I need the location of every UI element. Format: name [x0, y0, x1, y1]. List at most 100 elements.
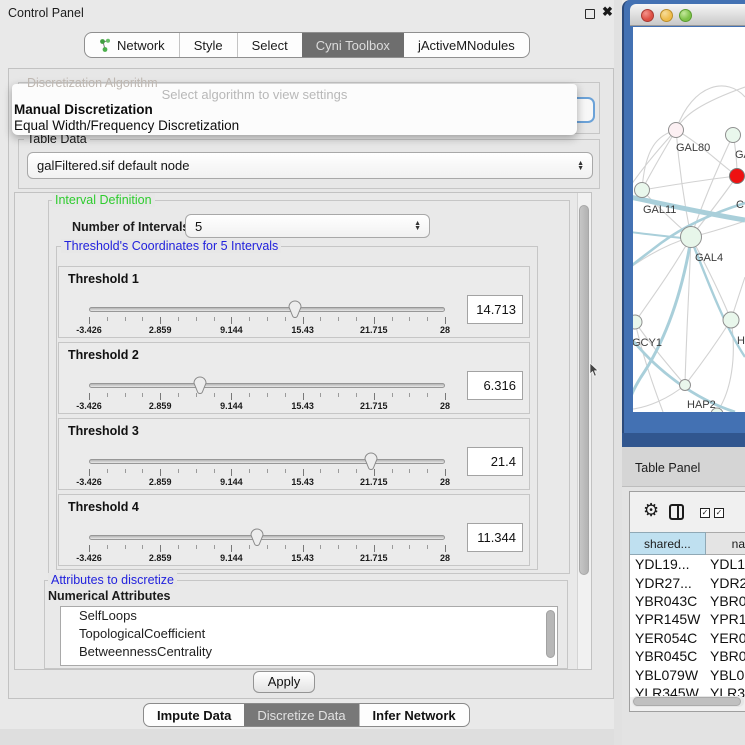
network-window-titlebar[interactable] [630, 4, 745, 26]
threshold-slider-thumb[interactable] [192, 375, 208, 400]
tab-label: Cyni Toolbox [316, 38, 390, 53]
slider-scale-label: 2.859 [136, 401, 184, 411]
threshold-label: Threshold 4 [68, 500, 139, 514]
cell-shared-name[interactable]: YBR045C [630, 648, 706, 664]
node-gcy1[interactable] [633, 315, 642, 329]
column-header-shared[interactable]: shared... [630, 532, 706, 555]
label-gal80: GAL80 [676, 142, 710, 154]
number-of-intervals-combo[interactable]: 5 ▲▼ [185, 214, 430, 238]
label-gal4: GAL4 [695, 252, 723, 264]
slider-scale-label: 15.43 [279, 325, 327, 335]
apply-button[interactable]: Apply [253, 671, 315, 693]
tab-style[interactable]: Style [179, 33, 237, 57]
float-window-icon[interactable] [585, 9, 595, 19]
threshold-slider-track[interactable] [89, 307, 445, 312]
attribute-item-selfloops[interactable]: SelfLoops [61, 607, 557, 625]
cell-name[interactable]: YDR2 [706, 575, 745, 591]
table-row[interactable]: YBR045CYBR0 [630, 647, 745, 665]
network-view-canvas[interactable]: GAL80 GA C GAL11 GAL4 GCY1 H HAP2 [633, 27, 745, 412]
vertical-scrollbar-thumb[interactable] [579, 205, 589, 575]
numerical-attributes-list[interactable]: SelfLoopsTopologicalCoefficientBetweenne… [60, 606, 558, 666]
cell-name[interactable]: YER0 [706, 630, 745, 646]
table-row[interactable]: YER054CYER0 [630, 629, 745, 647]
threshold-value-field[interactable]: 11.344 [467, 523, 523, 552]
table-row[interactable]: YLR345WYLR3 [630, 684, 745, 697]
horizontal-scrollbar-thumb[interactable] [633, 697, 741, 706]
close-traffic-light[interactable] [641, 9, 654, 22]
slider-tick [249, 469, 250, 473]
slider-tick [392, 393, 393, 397]
cell-shared-name[interactable]: YBR043C [630, 593, 706, 609]
tab-select[interactable]: Select [237, 33, 302, 57]
cell-name[interactable]: YPR1 [706, 611, 745, 627]
slider-tick [89, 393, 90, 400]
threshold-label: Threshold 2 [68, 348, 139, 362]
slider-tick [231, 393, 232, 400]
table-row[interactable]: YDR27...YDR2 [630, 573, 745, 591]
threshold-value-field[interactable]: 21.4 [467, 447, 523, 476]
slider-tick [392, 469, 393, 473]
bottom-tab-infer-network[interactable]: Infer Network [359, 704, 469, 726]
attribute-item-topologicalcoefficient[interactable]: TopologicalCoefficient [61, 625, 557, 643]
node-red[interactable] [730, 169, 745, 184]
panel-divider [614, 0, 622, 745]
threshold-slider-track[interactable] [89, 535, 445, 540]
minimize-traffic-light[interactable] [660, 9, 673, 22]
tab-jactivemnodules[interactable]: jActiveMNodules [404, 33, 529, 57]
tab-cyni-toolbox[interactable]: Cyni Toolbox [302, 33, 404, 57]
threshold-value-field[interactable]: 6.316 [467, 371, 523, 400]
threshold-value-field[interactable]: 14.713 [467, 295, 523, 324]
threshold-slider-track[interactable] [89, 459, 445, 464]
slider-tick [356, 545, 357, 549]
cell-name[interactable]: YBR0 [706, 593, 745, 609]
cell-shared-name[interactable]: YER054C [630, 630, 706, 646]
node-gal11[interactable] [635, 183, 650, 198]
select-all-checkbox-icon[interactable]: ✓ [700, 508, 710, 518]
threshold-slider-track[interactable] [89, 383, 445, 388]
node-hap2[interactable] [680, 380, 691, 391]
slider-tick [303, 393, 304, 400]
cell-name[interactable]: YDL1 [706, 556, 745, 572]
cell-shared-name[interactable]: YBL079W [630, 667, 706, 683]
node-ga[interactable] [726, 128, 741, 143]
horizontal-scrollbar[interactable] [632, 696, 744, 707]
tab-label: Select [252, 38, 288, 53]
table-row[interactable]: YBR043CYBR0 [630, 592, 745, 610]
table-row[interactable]: YPR145WYPR1 [630, 610, 745, 628]
slider-tick [249, 317, 250, 321]
slider-scale-label: 9.144 [207, 553, 255, 563]
zoom-traffic-light[interactable] [679, 9, 692, 22]
close-icon[interactable]: ✖ [602, 4, 613, 20]
deselect-all-checkbox-icon[interactable]: ✓ [714, 508, 724, 518]
cell-shared-name[interactable]: YDR27... [630, 575, 706, 591]
popup-option-equal-width[interactable]: Equal Width/Frequency Discretization [14, 118, 239, 133]
node-h[interactable] [723, 312, 739, 328]
cell-name[interactable]: YBL0 [706, 667, 745, 683]
bottom-tab-impute-data[interactable]: Impute Data [144, 704, 244, 726]
cell-name[interactable]: YBR0 [706, 648, 745, 664]
slider-tick [231, 469, 232, 476]
combo-spinner-icon: ▲▼ [577, 161, 584, 171]
table-row[interactable]: YDL19...YDL1 [630, 555, 745, 573]
attributes-scrollbar-thumb[interactable] [546, 610, 555, 658]
bottom-tab-discretize-data[interactable]: Discretize Data [244, 704, 358, 726]
threshold-slider-thumb[interactable] [287, 299, 303, 324]
threshold-slider-thumb[interactable] [363, 451, 379, 476]
slider-tick [338, 469, 339, 473]
table-row[interactable]: YBL079WYBL0 [630, 665, 745, 683]
cell-shared-name[interactable]: YPR145W [630, 611, 706, 627]
column-header-name[interactable]: na [706, 532, 745, 555]
node-gal80[interactable] [669, 123, 684, 138]
tab-network[interactable]: Network [85, 33, 179, 57]
node-gal4[interactable] [681, 227, 702, 248]
gear-icon[interactable]: ⚙ [643, 501, 659, 519]
slider-tick [231, 317, 232, 324]
column-layout-icon[interactable] [669, 504, 684, 520]
threshold-label: Threshold 1 [68, 272, 139, 286]
threshold-slider-thumb[interactable] [249, 527, 265, 552]
table-data-combo[interactable]: galFiltered.sif default node ▲▼ [27, 152, 593, 179]
attribute-item-betweennesscentrality[interactable]: BetweennessCentrality [61, 643, 557, 661]
label-h: H [737, 335, 745, 347]
cell-shared-name[interactable]: YDL19... [630, 556, 706, 572]
popup-option-manual[interactable]: Manual Discretization [14, 102, 153, 117]
